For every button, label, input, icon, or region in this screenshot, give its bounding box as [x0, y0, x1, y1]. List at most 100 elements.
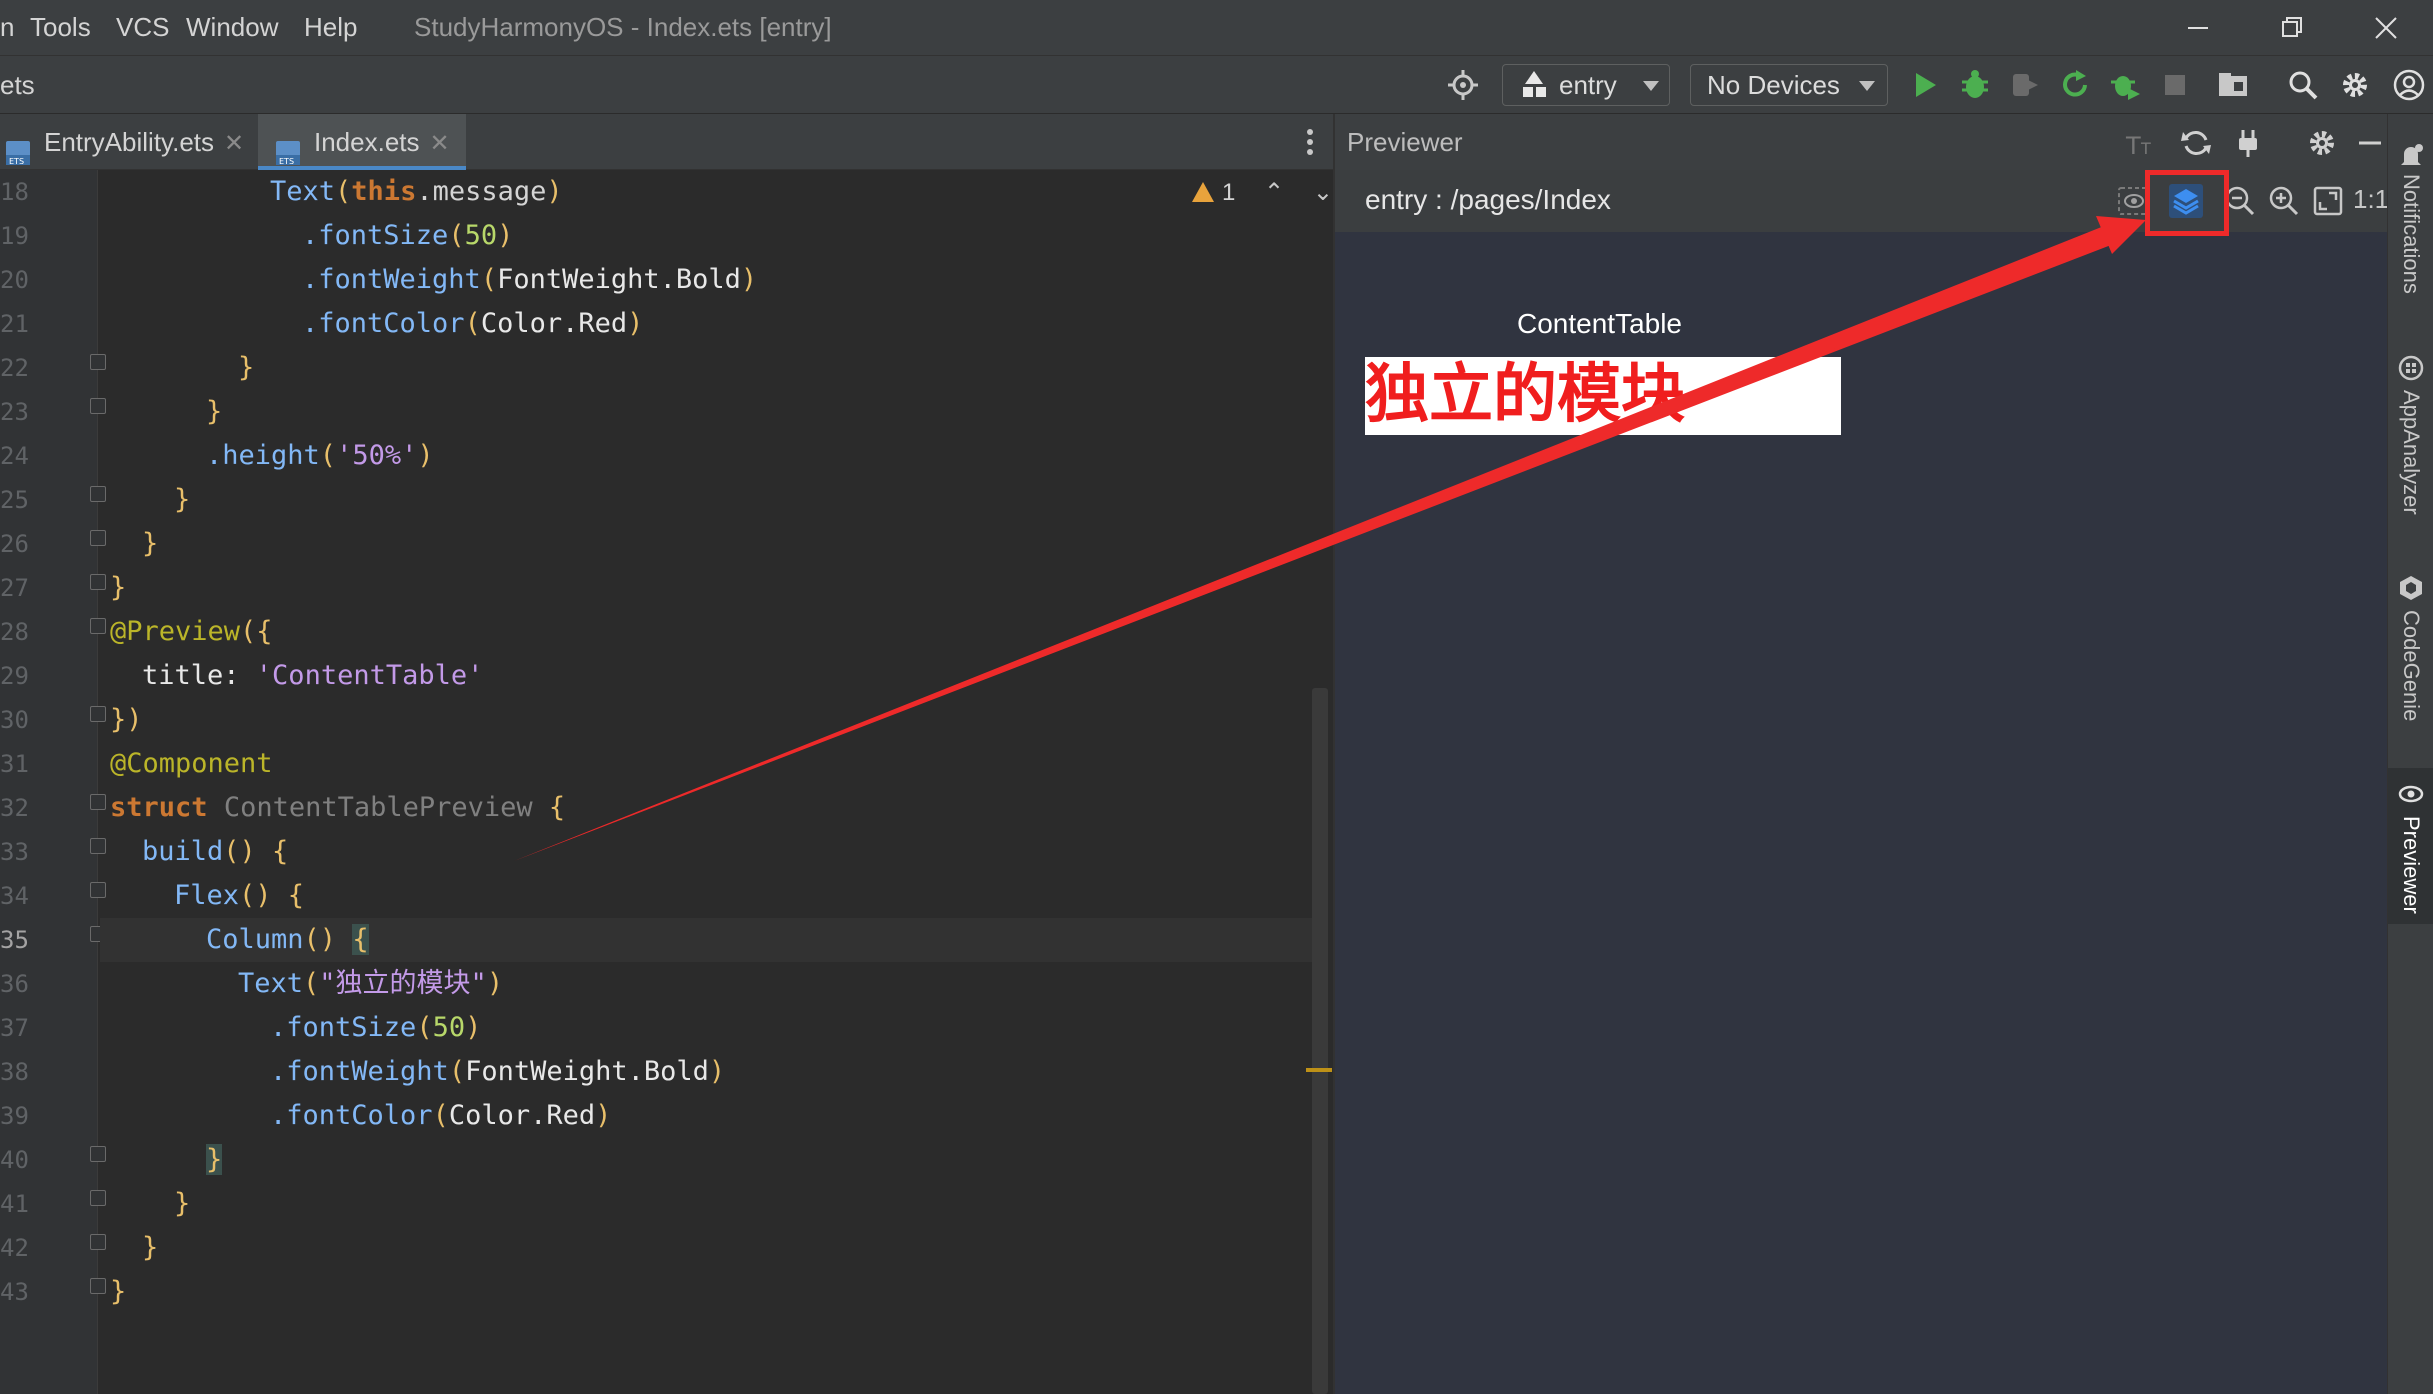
- line-number: 40: [0, 1146, 29, 1174]
- search-icon[interactable]: [2286, 68, 2320, 102]
- vtab-label: Previewer: [2399, 816, 2424, 914]
- preview-route: entry : /pages/Index: [1365, 184, 1611, 215]
- debug-icon[interactable]: [1958, 68, 1992, 102]
- gear-icon[interactable]: [2305, 126, 2339, 160]
- line-number: 27: [0, 574, 29, 602]
- breadcrumb[interactable]: ets: [0, 70, 35, 101]
- code-line: }: [206, 1144, 223, 1175]
- minimize-icon[interactable]: [2178, 8, 2218, 48]
- tab-index[interactable]: ETS Index.ets ✕: [258, 114, 466, 170]
- gear-icon[interactable]: [2338, 68, 2372, 102]
- fold-marker[interactable]: [90, 618, 106, 634]
- editor-scrollbar[interactable]: [1312, 688, 1328, 1394]
- line-number: 21: [0, 310, 29, 338]
- preview-rendered-text: 独立的模块: [1365, 358, 1685, 432]
- editor-tab-bar: ETS EntryAbility.ets ✕ ETS Index.ets ✕: [0, 114, 1333, 170]
- fold-marker[interactable]: [90, 354, 106, 370]
- line-number-gutter: 18 19 20 21 22 23 24 25 26 27 28 29 30 3…: [0, 170, 106, 1394]
- more-tabs-icon[interactable]: [1300, 124, 1320, 160]
- inspection-widget[interactable]: 1 ⌃ ⌄: [1192, 178, 1333, 207]
- line-number: 43: [0, 1278, 29, 1306]
- menu-item-help[interactable]: Help: [304, 12, 357, 43]
- line-number: 25: [0, 486, 29, 514]
- run-config-selector[interactable]: entry: [1502, 64, 1670, 106]
- account-icon[interactable]: [2392, 68, 2426, 102]
- close-tab-icon[interactable]: ✕: [430, 130, 450, 157]
- code-editor[interactable]: 18 19 20 21 22 23 24 25 26 27 28 29 30 3…: [0, 170, 1333, 1394]
- menu-item-window[interactable]: Window: [186, 12, 278, 43]
- font-size-icon[interactable]: TT: [2125, 126, 2159, 160]
- device-selector[interactable]: No Devices: [1690, 64, 1888, 106]
- svg-text:ETS: ETS: [9, 157, 24, 166]
- line-number: 26: [0, 530, 29, 558]
- fold-marker[interactable]: [90, 530, 106, 546]
- code-line: @Preview({: [110, 616, 273, 647]
- code-line: title: 'ContentTable': [142, 660, 484, 691]
- line-number: 18: [0, 178, 29, 206]
- stop-icon[interactable]: [2158, 68, 2192, 102]
- analyzer-icon: [2398, 355, 2424, 381]
- preview-component-frame[interactable]: 独立的模块: [1365, 357, 1841, 435]
- hide-panel-icon[interactable]: [2353, 126, 2387, 160]
- right-tool-strip: Notifications AppAnalyzer CodeGenie Prev…: [2387, 114, 2433, 1394]
- target-icon[interactable]: [1446, 68, 1480, 102]
- line-number: 28: [0, 618, 29, 646]
- tool-window-codegenie[interactable]: CodeGenie: [2388, 570, 2433, 770]
- fit-screen-icon[interactable]: [2311, 184, 2345, 218]
- fold-marker[interactable]: [90, 486, 106, 502]
- tool-window-previewer[interactable]: Previewer: [2388, 768, 2433, 924]
- refresh-icon[interactable]: [2179, 126, 2213, 160]
- navigation-toolbar: ets entry No Devices: [0, 56, 2433, 114]
- profile-bug-icon[interactable]: [2108, 68, 2142, 102]
- zoom-in-icon[interactable]: [2267, 184, 2301, 218]
- actual-size-button[interactable]: 1:1: [2353, 184, 2389, 215]
- fold-marker[interactable]: [90, 794, 106, 810]
- menu-item-vcs[interactable]: VCS: [116, 12, 169, 43]
- close-window-icon[interactable]: [2366, 8, 2406, 48]
- code-line: }): [110, 704, 143, 735]
- plugin-icon[interactable]: [2231, 126, 2265, 160]
- line-number: 32: [0, 794, 29, 822]
- tab-entryability[interactable]: ETS EntryAbility.ets ✕: [0, 114, 255, 170]
- apply-changes-icon[interactable]: [2058, 68, 2092, 102]
- line-number: 39: [0, 1102, 29, 1130]
- project-structure-icon[interactable]: [2216, 68, 2250, 102]
- tool-window-notifications[interactable]: Notifications: [2388, 134, 2433, 334]
- fold-marker[interactable]: [90, 838, 106, 854]
- run-icon[interactable]: [1908, 68, 1942, 102]
- code-line: @Component: [110, 748, 273, 779]
- code-line: }: [174, 1188, 191, 1219]
- code-line: Text("独立的模块"): [238, 968, 504, 999]
- code-line: }: [110, 572, 127, 603]
- menu-item-tools[interactable]: Tools: [30, 12, 91, 43]
- line-number: 20: [0, 266, 29, 294]
- fold-marker[interactable]: [90, 1234, 106, 1250]
- preview-component-title: ContentTable: [1517, 308, 1683, 339]
- line-number-current: 35: [0, 926, 29, 954]
- fold-marker[interactable]: [90, 706, 106, 722]
- line-number: 33: [0, 838, 29, 866]
- fold-marker[interactable]: [90, 882, 106, 898]
- fold-marker[interactable]: [90, 574, 106, 590]
- tool-window-appanalyzer[interactable]: AppAnalyzer: [2388, 350, 2433, 550]
- code-line: }: [174, 484, 191, 515]
- restore-icon[interactable]: [2272, 8, 2312, 48]
- menu-item-partial[interactable]: n: [0, 12, 14, 43]
- code-line: struct ContentTablePreview {: [110, 792, 566, 823]
- code-line: .height('50%'): [206, 440, 434, 471]
- line-number: 23: [0, 398, 29, 426]
- fold-marker[interactable]: [90, 398, 106, 414]
- line-number: 38: [0, 1058, 29, 1086]
- line-number: 29: [0, 662, 29, 690]
- fold-marker[interactable]: [90, 1190, 106, 1206]
- chevron-up-icon[interactable]: ⌃: [1264, 179, 1284, 206]
- fold-marker[interactable]: [90, 1146, 106, 1162]
- device-label: No Devices: [1707, 70, 1840, 100]
- attach-debugger-icon[interactable]: [2008, 68, 2042, 102]
- code-line: Text(this.message): [270, 176, 563, 207]
- bell-icon: [2401, 144, 2423, 165]
- codegenie-icon: [2400, 576, 2422, 600]
- close-tab-icon[interactable]: ✕: [224, 130, 244, 157]
- chevron-down-icon[interactable]: ⌄: [1313, 179, 1333, 206]
- fold-marker[interactable]: [90, 1278, 106, 1294]
